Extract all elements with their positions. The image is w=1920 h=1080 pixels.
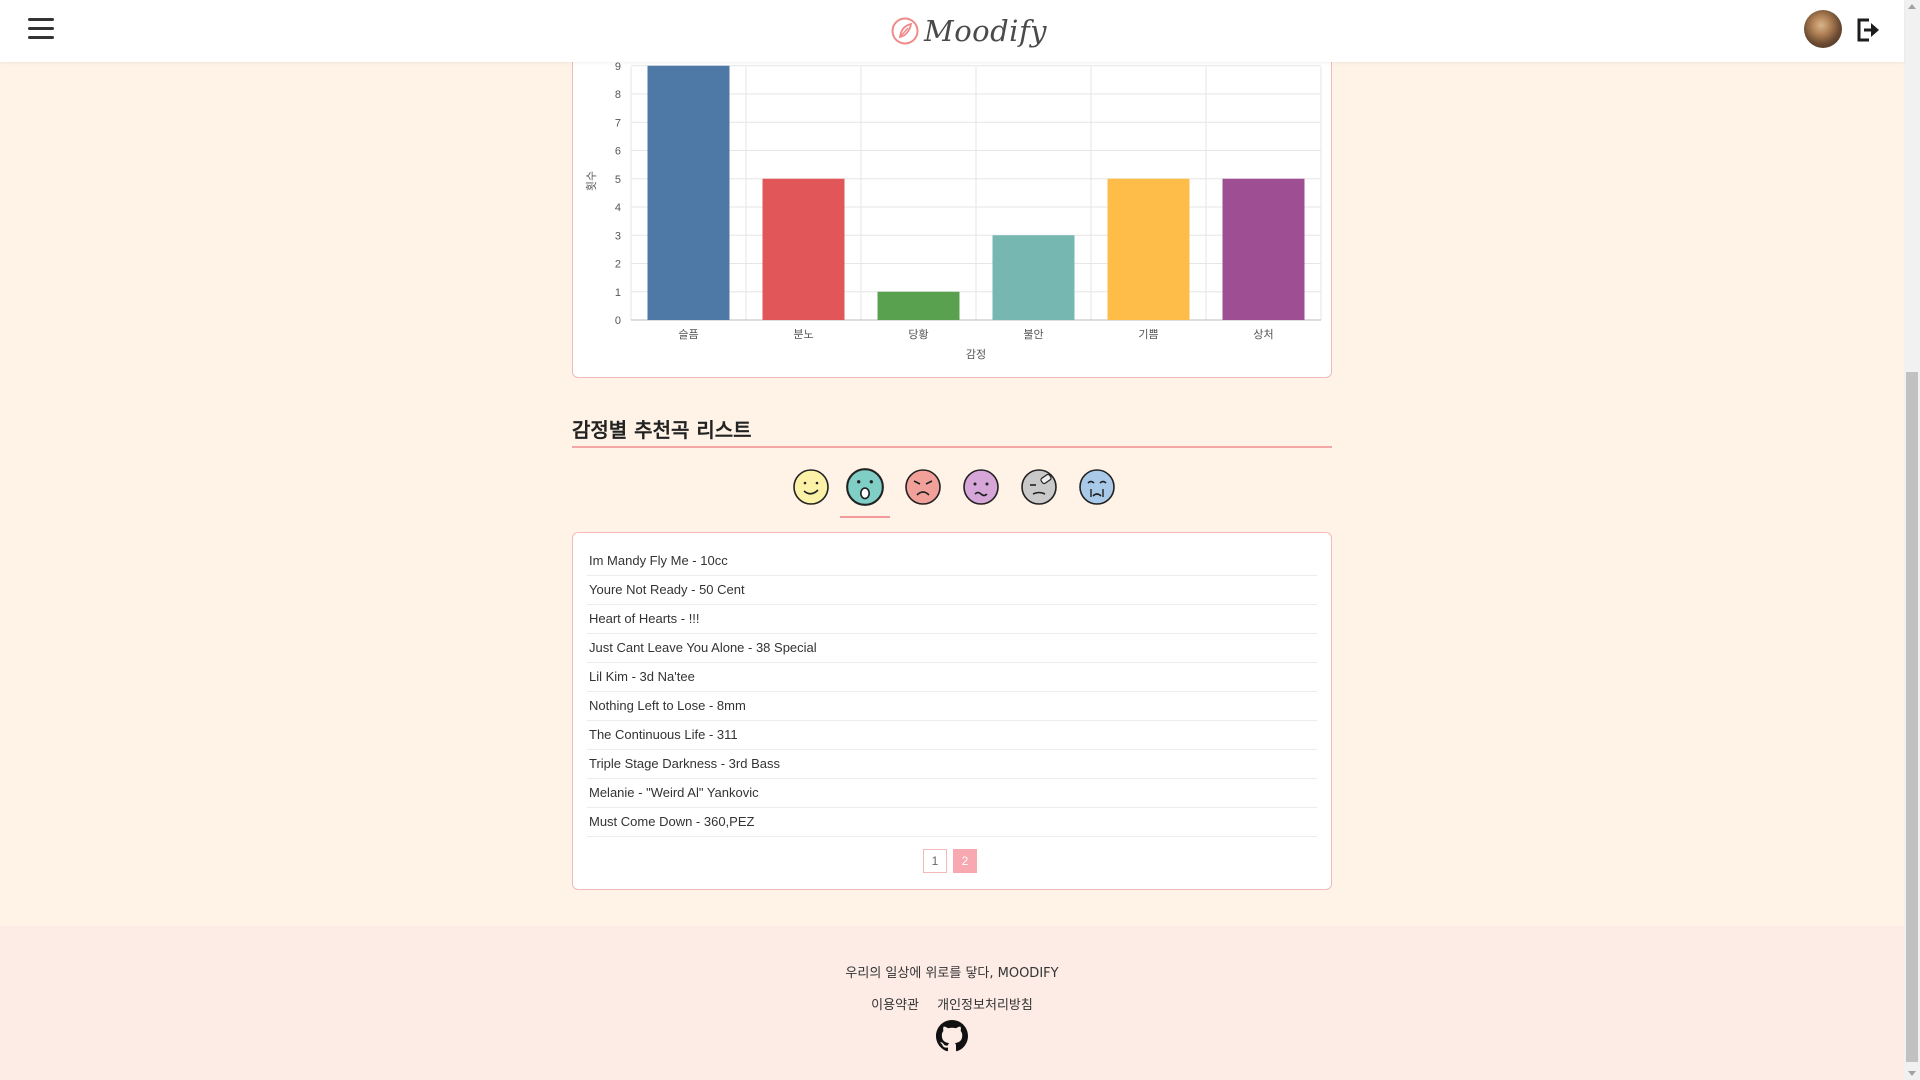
top-navbar: Moodify	[0, 0, 1904, 62]
y-tick-label: 7	[615, 117, 621, 129]
anxious-face-icon	[963, 469, 999, 505]
y-tick-label: 5	[615, 174, 621, 186]
page-button-1[interactable]: 1	[923, 849, 947, 873]
song-item[interactable]: Nothing Left to Lose - 8mm	[587, 692, 1317, 721]
emotion-tab-angry[interactable]	[898, 462, 948, 512]
footer: 우리의 일상에 위로를 닿다, MOODIFY 이용약관 개인정보처리방침	[0, 926, 1904, 1080]
y-tick-label: 3	[615, 230, 621, 242]
y-tick-label: 9	[615, 61, 621, 73]
song-list-card: Im Mandy Fly Me - 10cc Youre Not Ready -…	[572, 532, 1332, 890]
emotion-tabs	[780, 462, 1140, 520]
footer-tagline: 우리의 일상에 위로를 닿다, MOODIFY	[845, 966, 1059, 981]
y-axis-title: 횟수	[585, 171, 598, 191]
vertical-scrollbar[interactable]	[1904, 0, 1920, 1080]
emotion-tab-anxious[interactable]	[956, 462, 1006, 512]
happy-face-icon	[793, 469, 829, 505]
privacy-link[interactable]: 개인정보처리방침	[937, 998, 1033, 1013]
github-icon[interactable]	[936, 1020, 968, 1052]
song-item[interactable]: Must Come Down - 360,PEZ	[587, 808, 1317, 837]
emotion-tab-happy[interactable]	[786, 462, 836, 512]
x-tick-label: 슬픔	[678, 328, 698, 341]
song-item[interactable]: Im Mandy Fly Me - 10cc	[587, 547, 1317, 576]
song-item[interactable]: Youre Not Ready - 50 Cent	[587, 576, 1317, 605]
y-tick-label: 8	[615, 89, 621, 101]
hamburger-menu-icon[interactable]	[28, 18, 54, 42]
x-tick-label: 당황	[908, 328, 928, 341]
scroll-down-arrow-icon[interactable]	[1908, 1071, 1916, 1076]
song-item[interactable]: Triple Stage Darkness - 3rd Bass	[587, 750, 1317, 779]
emotion-tab-surprised[interactable]	[840, 462, 890, 518]
brand-name: Moodify	[924, 14, 1048, 48]
song-item[interactable]: Just Cant Leave You Alone - 38 Special	[587, 634, 1317, 663]
scrollbar-thumb[interactable]	[1906, 372, 1918, 1062]
song-list: Im Mandy Fly Me - 10cc Youre Not Ready -…	[587, 547, 1317, 837]
section-divider	[572, 446, 1332, 448]
x-tick-label: 기쁨	[1138, 328, 1158, 341]
bar-5	[1107, 178, 1190, 320]
emotion-chart-card: 0 1 2 3 4 5 6 7 8 9 슬픔 분노 당황 불안 기쁨 상처감정 횟수	[572, 40, 1332, 378]
brand-logo[interactable]: Moodify	[890, 10, 1047, 52]
song-item[interactable]: The Continuous Life - 311	[587, 721, 1317, 750]
x-tick-label: 불안	[1023, 328, 1043, 341]
bar-4	[992, 235, 1075, 320]
x-tick-label: 상처	[1253, 328, 1273, 341]
song-item[interactable]: Heart of Hearts - !!!	[587, 605, 1317, 634]
emotion-bar-chart: 0 1 2 3 4 5 6 7 8 9 슬픔 분노 당황 불안 기쁨 상처감정 횟수	[585, 61, 1322, 361]
footer-links: 이용약관 개인정보처리방침	[0, 994, 1904, 1013]
surprised-face-icon	[846, 468, 884, 506]
section-title: 감정별 추천곡 리스트	[572, 418, 752, 442]
bar-6	[1222, 178, 1305, 320]
sad-face-icon	[1079, 469, 1115, 505]
y-tick-label: 0	[615, 315, 621, 327]
angry-face-icon	[905, 469, 941, 505]
x-tick-label: 분노	[793, 328, 813, 341]
leaf-logo-icon	[891, 17, 919, 45]
emotion-tab-sad[interactable]	[1072, 462, 1122, 512]
user-avatar[interactable]	[1804, 10, 1842, 48]
hurt-face-icon	[1021, 469, 1057, 505]
pagination: 1 2	[923, 849, 983, 873]
song-item[interactable]: Lil Kim - 3d Na'tee	[587, 663, 1317, 692]
y-tick-label: 4	[615, 202, 621, 214]
y-tick-label: 6	[615, 146, 621, 158]
emotion-tab-hurt[interactable]	[1014, 462, 1064, 512]
bar-1	[647, 65, 730, 320]
logout-icon[interactable]	[1854, 16, 1882, 44]
terms-link[interactable]: 이용약관	[871, 998, 919, 1013]
scroll-up-arrow-icon[interactable]	[1908, 4, 1916, 9]
bar-2	[762, 178, 845, 320]
y-tick-label: 2	[615, 259, 621, 271]
song-item[interactable]: Melanie - "Weird Al" Yankovic	[587, 779, 1317, 808]
page-button-2[interactable]: 2	[953, 849, 977, 873]
bar-3	[877, 291, 960, 320]
y-tick-label: 1	[615, 287, 621, 299]
x-axis-title: 감정	[966, 348, 986, 361]
